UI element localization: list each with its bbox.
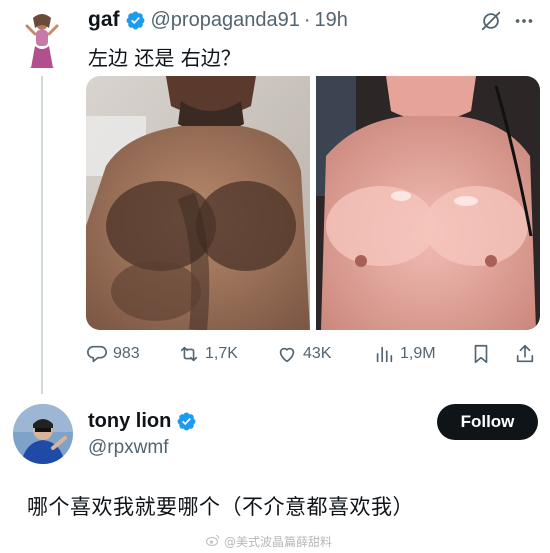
reply-author-handle[interactable]: @rpxwmf [88,437,169,459]
reply-author-row: tony lion [88,410,197,433]
reply-tweet-text: 哪个喜欢我就要哪个（不介意都喜欢我） [27,495,414,519]
watermark-text: @美式波晶篇薛甜料 [224,535,333,549]
follow-button[interactable]: Follow [437,404,538,440]
bookmark-icon [474,344,488,364]
tweet-timestamp[interactable]: 19h [315,9,348,32]
tweet-text: 左边 还是 右边？ [88,46,241,70]
like-button[interactable]: 43K [276,340,331,368]
tweet-actions: 983 1,7K 43K 1,9M [86,340,540,368]
reply-button[interactable]: 983 [86,340,140,368]
views-count: 1,9M [400,345,436,362]
like-count: 43K [303,345,332,362]
reply-count: 983 [113,345,140,362]
views-button[interactable]: 1,9M [373,340,436,368]
share-button[interactable] [514,340,536,368]
author-name[interactable]: gaf [88,8,120,32]
reply-author-avatar[interactable] [13,404,73,464]
verified-badge-icon [125,10,146,31]
media-image-left[interactable] [86,76,310,330]
thread-connector [41,76,43,394]
views-chart-icon [376,346,393,363]
tweet-media [86,76,540,330]
author-avatar[interactable] [13,12,71,70]
reply-author-name[interactable]: tony lion [88,410,171,433]
heart-icon [279,347,295,363]
verified-badge-icon [176,411,197,432]
grok-icon[interactable] [480,10,502,32]
reply-icon [87,345,107,363]
separator-dot: · [303,8,311,31]
share-icon [516,344,534,363]
repost-count: 1,7K [205,345,238,362]
media-image-right[interactable] [316,76,540,330]
author-handle[interactable]: @propaganda91 [151,9,300,32]
weibo-logo-icon [205,534,220,549]
more-options-icon[interactable] [512,9,536,33]
watermark: @美式波晶篇薛甜料 [205,533,333,550]
bookmark-button[interactable] [470,340,492,368]
repost-button[interactable]: 1,7K [178,340,238,368]
tweet-header: gaf @propaganda91 · 19h [88,7,348,33]
repost-icon [180,346,198,362]
